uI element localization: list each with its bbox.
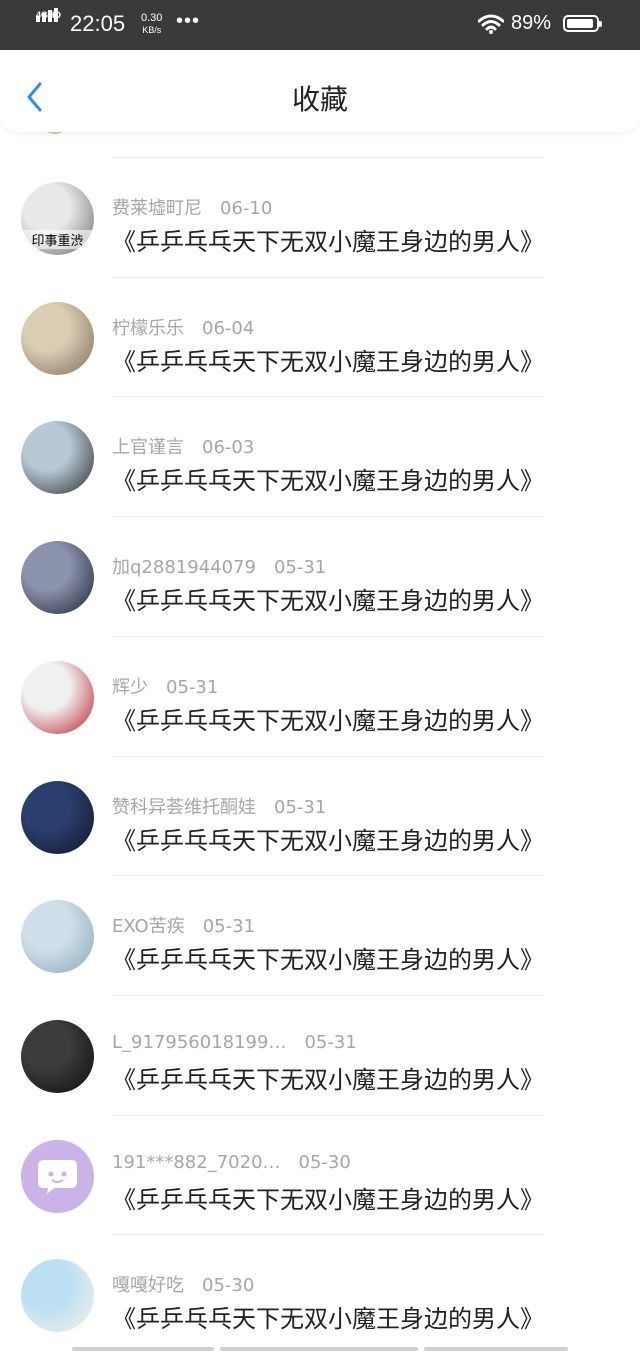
- status-bar: 4GHD 22:05 0.30 KB/s ••• 89%: [0, 0, 640, 50]
- item-date: 06-03: [202, 437, 255, 459]
- chat-bubble-icon: [21, 1139, 94, 1213]
- clock: 22:05: [70, 11, 126, 36]
- item-title[interactable]: 《乒乒乓乓天下无双小魔王身边的男人》: [112, 821, 544, 856]
- network-speed-value: 0.30: [141, 12, 163, 24]
- item-date: 06-10: [220, 198, 273, 219]
- item-date: 05-31: [304, 1031, 357, 1053]
- item-meta: 加q2881944079 05-31: [112, 553, 326, 579]
- list-item[interactable]: 印事重渋 费莱墟町尼 06-10 《乒乒乓乓天下无双小魔王身边的男人》: [0, 158, 640, 278]
- item-meta: L_917956018199… 05-31: [112, 1032, 357, 1053]
- list-item[interactable]: 加q2881944079 05-31 《乒乒乓乓天下无双小魔王身边的男人》: [0, 517, 640, 637]
- page-title: 收藏: [291, 83, 348, 116]
- username[interactable]: 加q2881944079: [112, 557, 256, 578]
- list-item[interactable]: 上官谨言 06-03 《乒乒乓乓天下无双小魔王身边的男人》: [0, 397, 640, 517]
- avatar[interactable]: [21, 541, 94, 615]
- network-speed-unit: KB/s: [142, 25, 162, 35]
- list-item[interactable]: 辉少 05-31 《乒乒乓乓天下无双小魔王身边的男人》: [0, 637, 640, 757]
- username[interactable]: 辉少: [112, 677, 148, 698]
- item-meta: 赞科异荟维托酮娃 05-31: [112, 793, 326, 819]
- item-title[interactable]: 《乒乒乓乓天下无双小魔王身边的男人》: [112, 940, 544, 975]
- item-title[interactable]: 《乒乒乓乓天下无双小魔王身边的男人》: [112, 342, 544, 377]
- item-date: 05-31: [274, 796, 327, 818]
- item-meta: EXO苦疾 05-31: [112, 912, 255, 938]
- item-date: 05-31: [273, 557, 327, 579]
- list-item[interactable]: 191***882_7020… 05-30 《乒乒乓乓天下无双小魔王身边的男人》: [0, 1116, 640, 1236]
- avatar[interactable]: [21, 900, 94, 974]
- item-date: 05-30: [298, 1151, 351, 1173]
- cellular-signal-icon: 4GHD: [34, 8, 64, 36]
- item-title[interactable]: 《乒乒乓乓天下无双小魔王身边的男人》: [112, 1180, 544, 1215]
- list-item[interactable]: L_917956018199… 05-31 《乒乒乓乓天下无双小魔王身边的男人》: [0, 996, 640, 1116]
- item-meta: 嘎嘎好吃 05-30: [112, 1271, 254, 1297]
- item-date: 05-30: [202, 1275, 255, 1297]
- list-item[interactable]: EXO苦疾 05-31 《乒乒乓乓天下无双小魔王身边的男人》: [0, 876, 640, 996]
- item-title[interactable]: 《乒乒乓乓天下无双小魔王身边的男人》: [112, 581, 544, 616]
- list-item[interactable]: 嘎嘎好吃 05-30 《乒乒乓乓天下无双小魔王身边的男人》: [0, 1235, 640, 1355]
- item-date: 05-31: [202, 916, 256, 938]
- item-meta: 上官谨言 06-03: [112, 433, 254, 459]
- item-title[interactable]: 《乒乒乓乓天下无双小魔王身边的男人》: [112, 461, 544, 496]
- avatar-caption: 印事重渋: [21, 230, 94, 249]
- username[interactable]: 柠檬乐乐: [112, 318, 184, 339]
- network-speed: 0.30 KB/s: [141, 12, 162, 36]
- battery-icon: [563, 15, 602, 32]
- item-date: 06-04: [202, 317, 255, 339]
- username[interactable]: 费莱墟町尼: [112, 198, 202, 219]
- avatar[interactable]: [21, 1259, 94, 1333]
- username[interactable]: 嘎嘎好吃: [112, 1275, 184, 1296]
- username[interactable]: EXO苦疾: [112, 916, 185, 937]
- item-date: 05-31: [166, 676, 219, 698]
- username[interactable]: 191***882_7020…: [112, 1152, 281, 1173]
- item-title[interactable]: 《乒乒乓乓天下无双小魔王身边的男人》: [112, 222, 544, 257]
- item-meta: 费莱墟町尼 06-10: [112, 194, 272, 220]
- wifi-icon: [477, 14, 505, 38]
- avatar[interactable]: [21, 780, 94, 854]
- username[interactable]: L_917956018199…: [112, 1032, 286, 1053]
- bottom-bar: [0, 1344, 640, 1351]
- item-meta: 辉少 05-31: [112, 673, 218, 699]
- item-meta: 柠檬乐乐 06-04: [112, 314, 254, 340]
- item-title[interactable]: 《乒乒乓乓天下无双小魔王身边的男人》: [112, 701, 544, 736]
- username[interactable]: 赞科异荟维托酮娃: [112, 797, 256, 818]
- avatar[interactable]: 印事重渋: [21, 182, 94, 255]
- avatar[interactable]: [21, 660, 94, 734]
- list-item[interactable]: 赞科异荟维托酮娃 05-31 《乒乒乓乓天下无双小魔王身边的男人》: [0, 757, 640, 877]
- item-meta: 191***882_7020… 05-30: [112, 1152, 351, 1173]
- item-title[interactable]: 《乒乒乓乓天下无双小魔王身边的男人》: [112, 1060, 544, 1095]
- nav-header: 收藏: [0, 50, 640, 132]
- avatar[interactable]: [21, 1139, 94, 1213]
- item-title[interactable]: 《乒乒乓乓天下无双小魔王身边的男人》: [112, 1299, 544, 1334]
- avatar[interactable]: [21, 1019, 94, 1093]
- avatar[interactable]: [21, 301, 94, 375]
- list-item[interactable]: 柠檬乐乐 06-04 《乒乒乓乓天下无双小魔王身边的男人》: [0, 278, 640, 398]
- more-notifications-icon: •••: [176, 10, 201, 32]
- username[interactable]: 上官谨言: [112, 437, 184, 458]
- avatar[interactable]: [21, 421, 94, 495]
- battery-percent: 89%: [511, 12, 552, 34]
